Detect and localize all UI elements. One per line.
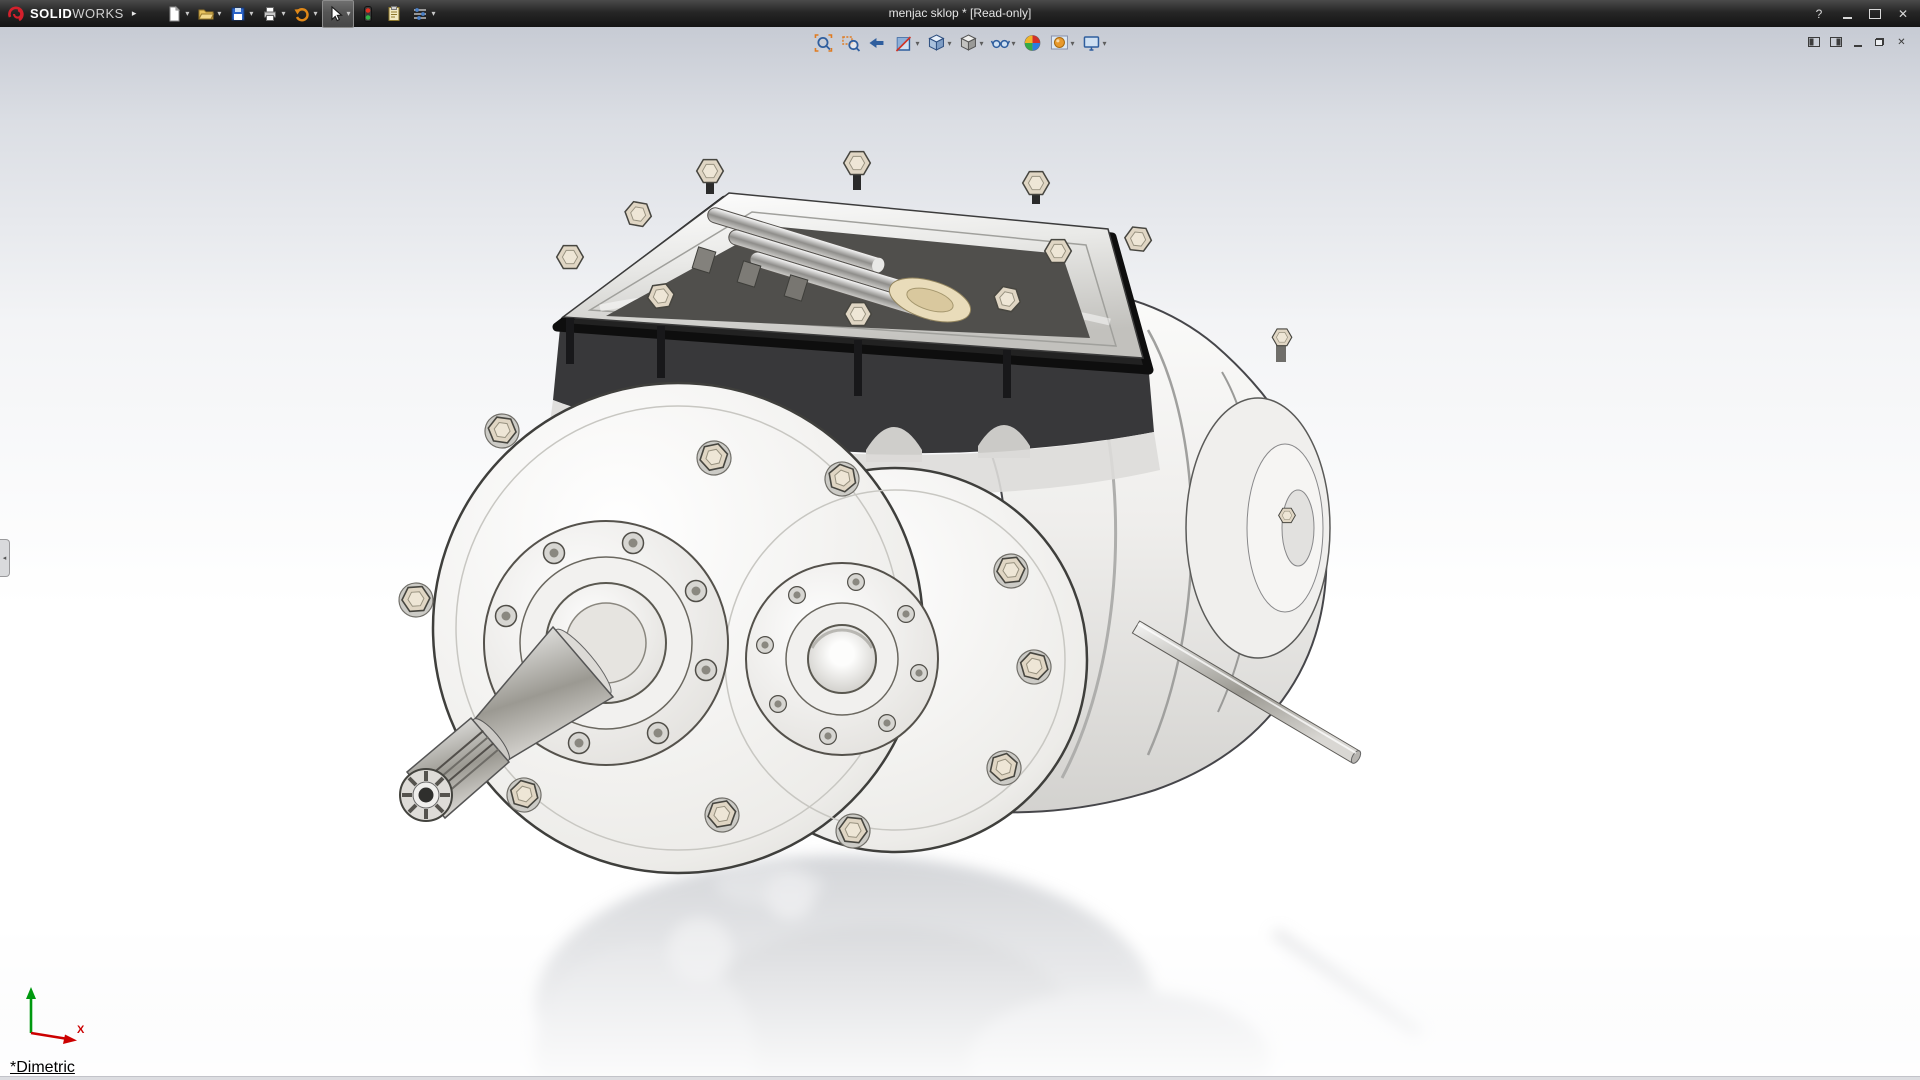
- hide-show-items-dropdown[interactable]: ▾: [1012, 39, 1016, 48]
- rebuild-traffic-light-icon: [359, 5, 377, 23]
- options-dropdown[interactable]: ▾: [431, 9, 435, 18]
- doc-restore-icon: [1875, 38, 1884, 46]
- view-orientation-label: *Dimetric: [10, 1059, 75, 1077]
- pane-right-icon: [1830, 37, 1842, 47]
- doc-minimize-button[interactable]: [1849, 35, 1866, 49]
- open-button[interactable]: ▾: [194, 1, 224, 27]
- open-dropdown[interactable]: ▾: [217, 9, 221, 18]
- spline-end-face: [400, 769, 452, 821]
- document-window-controls: ✕: [1805, 35, 1910, 49]
- section-view-dropdown[interactable]: ▾: [915, 39, 919, 48]
- doc-minimize-icon: [1854, 45, 1862, 47]
- solidworks-logo-icon: [6, 4, 26, 24]
- x-axis-arrowhead: [63, 1035, 77, 1045]
- display-style-button[interactable]: ▾: [956, 32, 985, 54]
- apply-scene-icon: [1050, 33, 1070, 53]
- gearbox-model-scene[interactable]: [0, 27, 1920, 1080]
- status-bar: [0, 1076, 1920, 1080]
- panel-collapse-arrow-icon: ◂: [3, 554, 7, 562]
- minimize-icon: [1843, 17, 1852, 19]
- x-axis: [31, 1033, 68, 1039]
- doc-restore-button[interactable]: [1871, 35, 1888, 49]
- reflection-fade: [0, 830, 1920, 1080]
- section-view-button[interactable]: ▾: [892, 32, 921, 54]
- undo-dropdown[interactable]: ▾: [313, 9, 317, 18]
- undo-icon: [293, 5, 311, 23]
- solidworks-logo: SOLIDWORKS ▸: [0, 0, 144, 27]
- solidworks-window: SOLIDWORKS ▸ ▾ ▾ ▾: [0, 0, 1920, 1080]
- brand-works: WORKS: [72, 6, 124, 21]
- view-orientation-dropdown[interactable]: ▾: [947, 39, 951, 48]
- zoom-to-area-icon: [840, 33, 860, 53]
- options-button[interactable]: ▾: [408, 1, 438, 27]
- x-axis-label: X: [77, 1024, 85, 1036]
- y-axis-arrowhead: [26, 987, 36, 999]
- document-title: menjac sklop * [Read-only]: [889, 0, 1032, 27]
- print-button[interactable]: ▾: [258, 1, 288, 27]
- rebuild-button[interactable]: [356, 1, 380, 27]
- open-folder-icon: [197, 5, 215, 23]
- heads-up-view-toolbar: ▾ ▾ ▾: [811, 32, 1108, 54]
- undo-button[interactable]: ▾: [290, 1, 320, 27]
- doc-close-button[interactable]: ✕: [1893, 35, 1910, 49]
- previous-view-button[interactable]: [865, 32, 889, 54]
- select-cursor-icon: [326, 5, 344, 23]
- zoom-to-fit-icon: [813, 33, 833, 53]
- brand-solid: SOLID: [30, 6, 72, 21]
- apply-scene-button[interactable]: ▾: [1048, 32, 1077, 54]
- hide-show-items-button[interactable]: ▾: [989, 32, 1018, 54]
- app-maximize-button[interactable]: [1862, 4, 1888, 24]
- app-close-button[interactable]: ✕: [1890, 4, 1916, 24]
- select-button[interactable]: ▾: [322, 0, 354, 28]
- graphics-area[interactable]: ▾ ▾ ▾: [0, 27, 1920, 1080]
- pane-left-icon: [1808, 37, 1820, 47]
- save-dropdown[interactable]: ▾: [249, 9, 253, 18]
- print-dropdown[interactable]: ▾: [281, 9, 285, 18]
- doc-pane-right-button[interactable]: [1827, 35, 1844, 49]
- orientation-triad: X: [16, 981, 88, 1052]
- view-orientation-button[interactable]: ▾: [924, 32, 953, 54]
- previous-view-icon: [867, 33, 887, 53]
- menu-flyout-arrow[interactable]: ▸: [132, 8, 137, 19]
- app-window-controls: ? ✕: [1806, 0, 1916, 27]
- help-button[interactable]: ?: [1806, 4, 1832, 24]
- output-cover-boss[interactable]: [746, 563, 938, 755]
- zoom-to-area-button[interactable]: [838, 32, 862, 54]
- save-floppy-icon: [229, 5, 247, 23]
- app-minimize-button[interactable]: [1834, 4, 1860, 24]
- view-settings-icon: [1082, 33, 1102, 53]
- new-dropdown[interactable]: ▾: [185, 9, 189, 18]
- file-properties-button[interactable]: [382, 1, 406, 27]
- quick-access-toolbar: ▾ ▾ ▾ ▾: [162, 0, 438, 27]
- maximize-icon: [1869, 9, 1881, 19]
- print-icon: [261, 5, 279, 23]
- zoom-to-fit-button[interactable]: [811, 32, 835, 54]
- hide-show-items-icon: [991, 33, 1011, 53]
- section-view-icon: [894, 33, 914, 53]
- apply-scene-dropdown[interactable]: ▾: [1071, 39, 1075, 48]
- view-orientation-cube-icon: [926, 33, 946, 53]
- new-button[interactable]: ▾: [162, 1, 192, 27]
- display-style-dropdown[interactable]: ▾: [979, 39, 983, 48]
- view-settings-dropdown[interactable]: ▾: [1103, 39, 1107, 48]
- options-icon: [411, 5, 429, 23]
- doc-pane-left-button[interactable]: [1805, 35, 1822, 49]
- view-settings-button[interactable]: ▾: [1080, 32, 1109, 54]
- panel-collapse-tab[interactable]: ◂: [0, 539, 10, 577]
- file-properties-icon: [385, 5, 403, 23]
- edit-appearance-button[interactable]: [1021, 32, 1045, 54]
- save-button[interactable]: ▾: [226, 1, 256, 27]
- titlebar: SOLIDWORKS ▸ ▾ ▾ ▾: [0, 0, 1920, 27]
- display-style-icon: [958, 33, 978, 53]
- new-document-icon: [165, 5, 183, 23]
- edit-appearance-ball-icon: [1023, 33, 1043, 53]
- select-dropdown[interactable]: ▾: [346, 9, 350, 18]
